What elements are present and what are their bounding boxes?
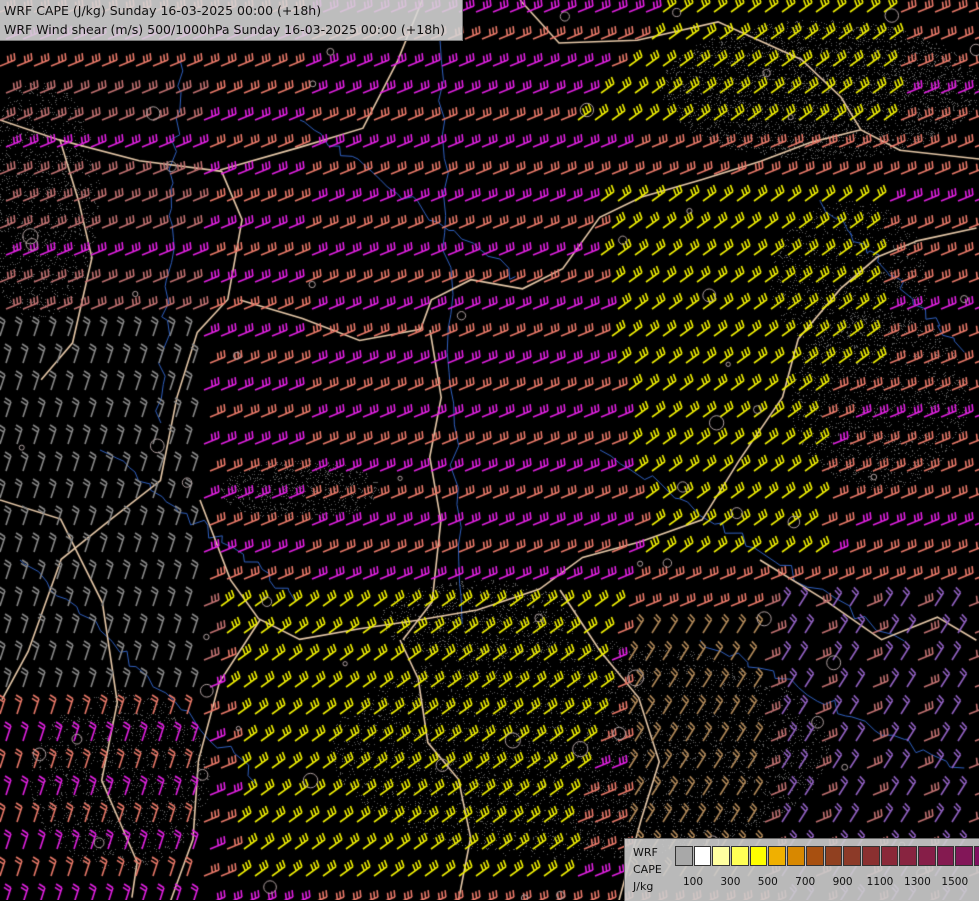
- legend-tick-label: 700: [795, 876, 816, 888]
- legend-swatch: [936, 846, 955, 866]
- legend-swatch: [899, 846, 917, 866]
- legend-label-cape: CAPE: [633, 863, 662, 876]
- legend-tick-label: 1100: [866, 876, 894, 888]
- legend-swatch: [768, 846, 787, 866]
- legend-swatch: [805, 846, 824, 866]
- cape-legend: WRF CAPE J/kg 100 300 500 700 900 1100 1300 150…: [624, 838, 979, 901]
- legend-tick-label: 500: [757, 876, 778, 888]
- legend-swatch: [731, 846, 749, 866]
- legend-swatch: [974, 846, 979, 866]
- legend-swatch: [843, 846, 861, 866]
- legend-swatch: [749, 846, 768, 866]
- map-title-box: WRF CAPE (J/kg) Sunday 16-03-2025 00:00 …: [0, 0, 463, 41]
- title-cape: WRF CAPE (J/kg) Sunday 16-03-2025 00:00 …: [4, 3, 322, 18]
- legend-swatch: [824, 846, 843, 866]
- legend-label-unit: J/kg: [633, 880, 654, 893]
- weather-map: [0, 0, 979, 900]
- legend-tick-label: 900: [832, 876, 853, 888]
- legend-tick-label: 300: [720, 876, 741, 888]
- legend-swatches: [675, 846, 979, 866]
- legend-swatch: [880, 846, 899, 866]
- legend-label-wrf: WRF: [633, 846, 658, 859]
- title-wind-shear: WRF Wind shear (m/s) 500/1000hPa Sunday …: [4, 22, 445, 37]
- legend-swatch: [917, 846, 936, 866]
- legend-swatch: [861, 846, 880, 866]
- legend-tick-label: 1300: [904, 876, 931, 888]
- legend-ticks: 100 300 500 700 900 1100 1300 1500: [675, 876, 975, 890]
- legend-tick-label: 1500: [941, 876, 969, 888]
- legend-swatch: [693, 846, 712, 866]
- legend-swatch: [675, 846, 693, 866]
- legend-swatch: [787, 846, 805, 866]
- legend-swatch: [955, 846, 973, 866]
- legend-swatch: [712, 846, 731, 866]
- legend-tick-label: 100: [682, 876, 704, 888]
